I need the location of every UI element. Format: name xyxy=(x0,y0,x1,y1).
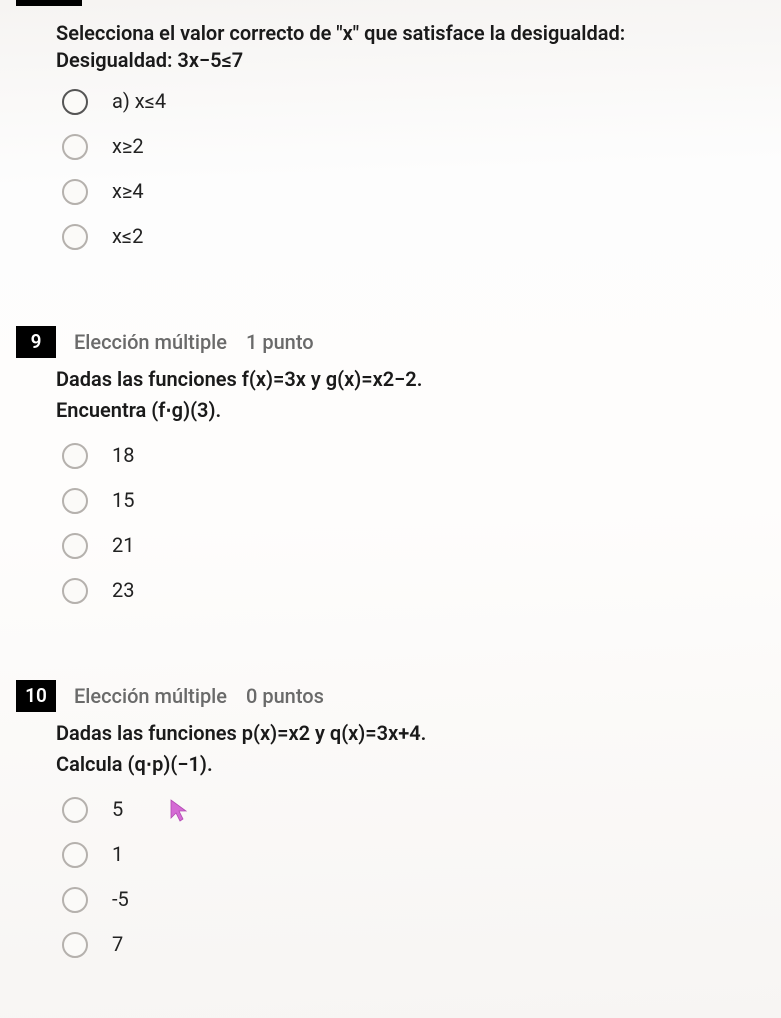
question-8-stem-line1: Selecciona el valor correcto de "x" que … xyxy=(56,21,625,45)
question-8-option-d[interactable]: x≤2 xyxy=(62,223,741,250)
question-10-option-d[interactable]: 7 xyxy=(62,931,741,958)
question-points: 1 punto xyxy=(246,330,314,354)
option-label: 5 xyxy=(112,796,123,823)
option-label: 1 xyxy=(112,841,123,868)
question-number: 9 xyxy=(31,329,42,355)
question-number: 10 xyxy=(25,683,47,709)
question-type: Elección múltiple xyxy=(74,330,227,354)
question-9-stem-line1: Dadas las funciones f(x)=3x y g(x)=x2−2. xyxy=(56,367,422,391)
question-10-option-a[interactable]: 5 xyxy=(62,796,741,823)
question-8-options: a) x≤4 x≥2 x≥4 x≤2 xyxy=(62,88,741,250)
option-label: x≥2 xyxy=(112,133,144,160)
question-10-options: 5 1 -5 7 xyxy=(62,796,741,958)
radio-icon xyxy=(62,887,88,913)
radio-icon xyxy=(62,224,88,250)
question-9-block: 9 Elección múltiple 1 punto Dadas las fu… xyxy=(0,312,781,644)
question-number-badge: 10 xyxy=(16,680,56,712)
question-8-option-a[interactable]: a) x≤4 xyxy=(62,88,741,115)
radio-icon xyxy=(62,488,88,514)
question-9-header: 9 Elección múltiple 1 punto xyxy=(16,326,741,358)
option-label: x≥4 xyxy=(112,178,144,205)
question-8-block: Selecciona el valor correcto de "x" que … xyxy=(0,0,781,290)
question-9-stem: Dadas las funciones f(x)=3x y g(x)=x2−2. xyxy=(56,366,741,393)
question-points: 0 puntos xyxy=(246,684,324,708)
radio-icon xyxy=(62,134,88,160)
option-label: a) x≤4 xyxy=(112,88,166,115)
question-10-block: 10 Elección múltiple 0 puntos Dadas las … xyxy=(0,666,781,998)
question-10-stem: Dadas las funciones p(x)=x2 y q(x)=3x+4. xyxy=(56,720,741,747)
question-8-option-b[interactable]: x≥2 xyxy=(62,133,741,160)
radio-icon xyxy=(62,179,88,205)
question-9-stem-line2: Encuentra (f⋅g)(3). xyxy=(56,397,741,424)
radio-icon xyxy=(62,89,88,115)
question-type: Elección múltiple xyxy=(74,684,227,708)
question-9-option-c[interactable]: 21 xyxy=(62,532,741,559)
question-9-option-d[interactable]: 23 xyxy=(62,577,741,604)
cursor-icon xyxy=(169,798,189,822)
option-label: -5 xyxy=(112,886,129,913)
question-10-stem-line2: Calcula (q⋅p)(−1). xyxy=(56,751,741,778)
option-label: x≤2 xyxy=(112,223,143,250)
option-label: 7 xyxy=(112,931,123,958)
question-8-stem: Selecciona el valor correcto de "x" que … xyxy=(56,20,741,74)
option-label: 15 xyxy=(112,487,134,514)
question-9-option-b[interactable]: 15 xyxy=(62,487,741,514)
radio-icon xyxy=(62,443,88,469)
radio-icon xyxy=(62,797,88,823)
radio-icon xyxy=(62,533,88,559)
radio-icon xyxy=(62,842,88,868)
question-10-header: 10 Elección múltiple 0 puntos xyxy=(16,680,741,712)
question-10-meta: Elección múltiple 0 puntos xyxy=(74,683,324,710)
question-9-option-a[interactable]: 18 xyxy=(62,442,741,469)
question-10-option-b[interactable]: 1 xyxy=(62,841,741,868)
question-10-stem-line1: Dadas las funciones p(x)=x2 y q(x)=3x+4. xyxy=(56,721,426,745)
question-marker-partial xyxy=(16,0,82,6)
option-label: 21 xyxy=(112,532,134,559)
question-9-meta: Elección múltiple 1 punto xyxy=(74,329,314,356)
question-10-option-c[interactable]: -5 xyxy=(62,886,741,913)
radio-icon xyxy=(62,932,88,958)
option-label: 23 xyxy=(112,577,134,604)
radio-icon xyxy=(62,578,88,604)
question-number-badge: 9 xyxy=(16,326,56,358)
question-9-options: 18 15 21 23 xyxy=(62,442,741,604)
question-8-stem-line2: Desigualdad: 3x−5≤7 xyxy=(56,47,741,74)
option-label: 18 xyxy=(112,442,134,469)
question-8-option-c[interactable]: x≥4 xyxy=(62,178,741,205)
